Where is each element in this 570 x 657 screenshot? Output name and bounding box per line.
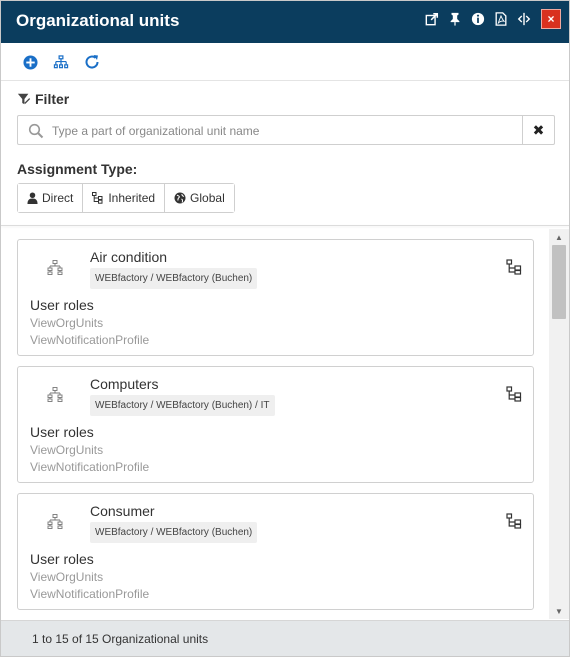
user-role: ViewNotificationProfile — [30, 587, 150, 601]
info-icon[interactable] — [470, 9, 485, 29]
org-unit-icon — [47, 387, 63, 402]
search-box — [17, 115, 523, 145]
filter-label: Filter — [17, 91, 69, 107]
section-divider — [1, 225, 569, 226]
refresh-button[interactable] — [82, 52, 102, 72]
user-role: ViewNotificationProfile — [30, 460, 150, 474]
user-roles-label: User roles — [30, 424, 94, 440]
filter-label-text: Filter — [35, 91, 70, 107]
org-unit-name: Computers — [90, 376, 159, 392]
direct-label: Direct — [42, 191, 74, 205]
assignment-type-label: Assignment Type: — [17, 161, 138, 177]
hierarchy-button[interactable] — [51, 52, 71, 72]
list-scrollbar[interactable]: ▲ ▼ — [549, 229, 569, 619]
toolbar — [1, 43, 569, 81]
window-title: Organizational units — [16, 11, 180, 30]
hierarchy-icon — [92, 192, 103, 204]
clear-search-button[interactable]: ✖ — [522, 115, 555, 145]
pagination-summary: 1 to 15 of 15 Organizational units — [32, 632, 209, 646]
add-icon — [22, 54, 38, 70]
header-icons: × — [424, 9, 561, 29]
filter-icon — [17, 93, 31, 105]
close-button[interactable]: × — [541, 9, 561, 29]
globe-icon — [174, 192, 186, 204]
refresh-icon — [85, 55, 99, 69]
assignment-type-toggle: Direct Inherited Global — [17, 183, 235, 213]
org-unit-card[interactable]: Air condition WEBfactory / WEBfactory (B… — [17, 239, 534, 356]
pin-icon[interactable] — [447, 9, 462, 29]
user-role: ViewOrgUnits — [30, 316, 104, 330]
org-unit-name: Consumer — [90, 503, 155, 519]
search-icon — [28, 123, 44, 139]
org-unit-card[interactable]: Consumer WEBfactory / WEBfactory (Buchen… — [17, 493, 534, 610]
scroll-up-arrow-icon[interactable]: ▲ — [549, 231, 569, 243]
user-role: ViewOrgUnits — [30, 570, 104, 584]
user-role: ViewOrgUnits — [30, 443, 104, 457]
org-unit-name: Air condition — [90, 249, 168, 265]
scroll-down-arrow-icon[interactable]: ▼ — [549, 605, 569, 617]
org-unit-path: WEBfactory / WEBfactory (Buchen) / IT — [90, 395, 275, 416]
search-input[interactable] — [52, 120, 512, 142]
org-unit-icon — [47, 514, 63, 529]
user-role: ViewNotificationProfile — [30, 333, 150, 347]
scroll-thumb[interactable] — [552, 245, 566, 319]
global-label: Global — [190, 191, 225, 205]
org-unit-path: WEBfactory / WEBfactory (Buchen) — [90, 268, 258, 289]
add-button[interactable] — [20, 52, 40, 72]
user-roles-label: User roles — [30, 297, 94, 313]
global-button[interactable]: Global — [165, 184, 234, 212]
org-units-window: Organizational units × Filter Type a par… — [0, 0, 570, 657]
user-roles-label: User roles — [30, 551, 94, 567]
export-icon[interactable] — [424, 9, 439, 29]
pdf-icon[interactable] — [493, 9, 508, 29]
inherited-button[interactable]: Inherited — [83, 184, 166, 212]
sub-units-icon[interactable] — [506, 513, 522, 529]
sub-units-icon[interactable] — [506, 259, 522, 275]
org-unit-icon — [47, 260, 63, 275]
pagination-footer: 1 to 15 of 15 Organizational units — [1, 620, 569, 656]
sub-units-icon[interactable] — [506, 386, 522, 402]
inherited-label: Inherited — [108, 191, 156, 205]
org-unit-card[interactable]: Computers WEBfactory / WEBfactory (Buche… — [17, 366, 534, 483]
direct-button[interactable]: Direct — [18, 184, 84, 212]
window-header: Organizational units × — [1, 1, 569, 43]
resize-icon[interactable] — [516, 9, 531, 29]
search-field: ✖ — [17, 115, 555, 145]
hierarchy-icon — [53, 54, 69, 68]
org-unit-list: Air condition WEBfactory / WEBfactory (B… — [1, 229, 549, 619]
org-unit-path: WEBfactory / WEBfactory (Buchen) — [90, 522, 258, 543]
user-icon — [27, 192, 38, 204]
